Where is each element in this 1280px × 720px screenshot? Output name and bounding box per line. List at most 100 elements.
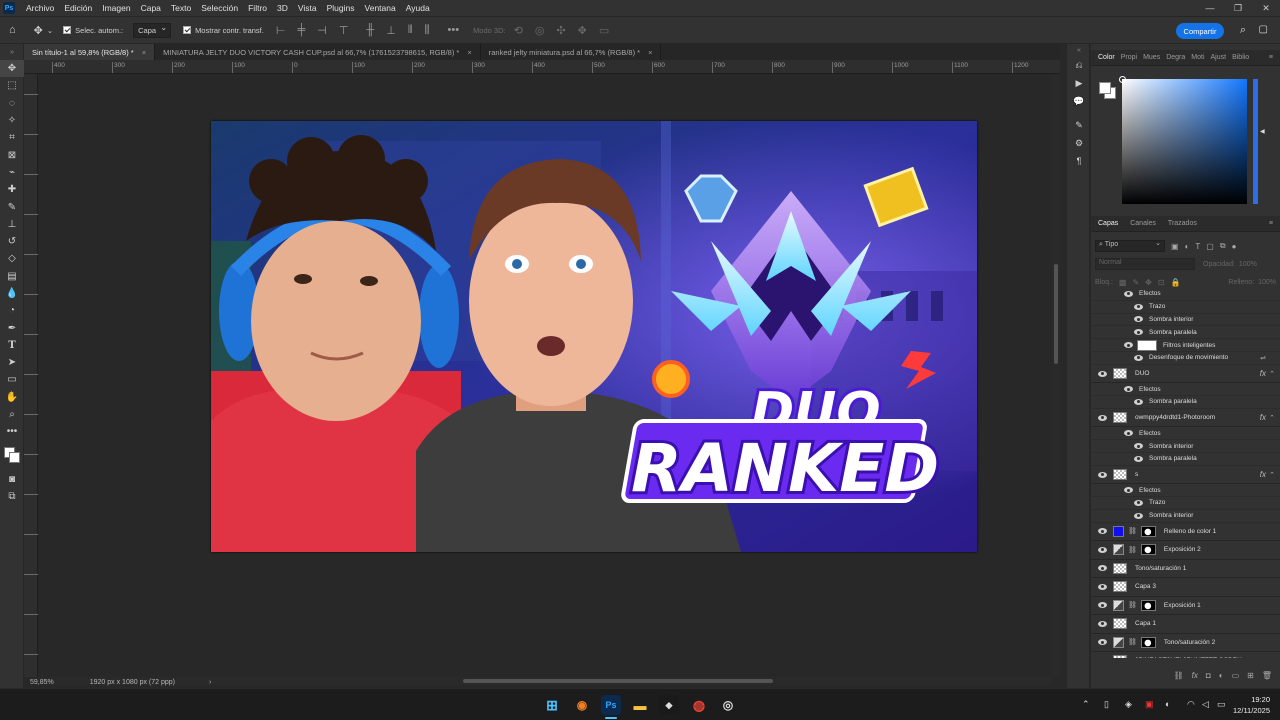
tab-channels[interactable]: Canales: [1127, 220, 1159, 227]
layer-name[interactable]: Relleno de color 1: [1164, 528, 1216, 535]
smart-filter-row[interactable]: Filtros inteligentes: [1091, 339, 1280, 352]
brush-settings-icon[interactable]: ✎: [1067, 116, 1091, 134]
visibility-eye-icon[interactable]: [1124, 342, 1133, 349]
layer-row[interactable]: ⛓ Exposición 2: [1091, 541, 1280, 560]
layer-effect-row[interactable]: Sombra interior: [1091, 440, 1280, 453]
layer-name[interactable]: Capa 1: [1135, 620, 1156, 627]
tool-preset-chevron-icon[interactable]: ⌄: [47, 26, 53, 35]
show-transform-checkbox[interactable]: Mostrar contr. transf.: [183, 26, 264, 35]
share-button[interactable]: Compartir: [1176, 23, 1224, 39]
tab-patterns[interactable]: Moti: [1188, 54, 1207, 61]
layer-name[interactable]: s: [1135, 471, 1138, 478]
layer-row[interactable]: s fx ⌃: [1091, 466, 1280, 485]
menu-seleccion[interactable]: Selección: [196, 3, 243, 13]
align-left-icon[interactable]: ⊢: [276, 24, 286, 37]
hand-tool-icon[interactable]: ✋: [0, 389, 24, 406]
zoom-tool-icon[interactable]: ⌕: [0, 406, 24, 423]
comments-panel-icon[interactable]: 💬: [1067, 92, 1091, 110]
collapse-tools-icon[interactable]: »: [0, 44, 24, 60]
vertical-scrollbar[interactable]: [1052, 74, 1060, 677]
layer-fx-icon[interactable]: fx: [1260, 470, 1266, 479]
battery-icon[interactable]: ▭: [1217, 699, 1226, 710]
frame-tool-icon[interactable]: ⊠: [0, 146, 24, 163]
adjustment-layer-icon[interactable]: [1113, 636, 1124, 648]
add-mask-icon[interactable]: ◘: [1206, 671, 1211, 680]
visibility-eye-icon[interactable]: [1134, 499, 1143, 506]
visibility-eye-icon[interactable]: [1134, 455, 1143, 462]
visibility-eye-icon[interactable]: [1098, 602, 1107, 609]
fill-value[interactable]: 100%: [1258, 279, 1276, 286]
adjustment-layer-icon[interactable]: [1113, 544, 1124, 556]
screen-mode-icon[interactable]: ⧉: [0, 488, 24, 505]
filter-smart-object-icon[interactable]: ⧉: [1220, 241, 1226, 251]
layer-effect-row[interactable]: Sombra paralela: [1091, 453, 1280, 466]
menu-filtro[interactable]: Filtro: [243, 3, 272, 13]
new-adjustment-icon[interactable]: ◐: [1219, 671, 1224, 680]
foreground-color-swatch[interactable]: [1099, 82, 1111, 94]
layer-row[interactable]: Capa 3: [1091, 578, 1280, 597]
layer-row[interactable]: ⛓ Tono/saturación 2: [1091, 634, 1280, 653]
path-selection-tool-icon[interactable]: ➤: [0, 354, 24, 371]
layer-effect-row[interactable]: Trazo: [1091, 497, 1280, 510]
new-group-icon[interactable]: ▭: [1232, 671, 1240, 680]
visibility-eye-icon[interactable]: [1134, 329, 1143, 336]
visibility-eye-icon[interactable]: [1134, 354, 1143, 361]
new-layer-icon[interactable]: ⊞: [1247, 671, 1254, 680]
layer-name[interactable]: Capa 3: [1135, 583, 1156, 590]
collapse-effects-icon[interactable]: ⌃: [1269, 370, 1275, 378]
mask-link-icon[interactable]: ⛓: [1128, 601, 1137, 609]
close-tab-icon[interactable]: ×: [142, 48, 146, 57]
visibility-eye-icon[interactable]: [1098, 471, 1107, 478]
menu-plugins[interactable]: Plugins: [322, 3, 360, 13]
more-options-icon[interactable]: •••: [448, 24, 460, 36]
lock-all-icon[interactable]: 🔒: [1171, 278, 1181, 287]
filter-type-icon[interactable]: T: [1195, 242, 1200, 251]
visibility-eye-icon[interactable]: [1098, 620, 1107, 627]
layer-thumbnail[interactable]: [1113, 368, 1127, 380]
menu-texto[interactable]: Texto: [166, 3, 196, 13]
layer-thumbnail[interactable]: [1113, 655, 1127, 658]
tab-document-1[interactable]: Sin título-1 al 59,8% (RGB/8) * ×: [24, 44, 156, 60]
brush-tool-icon[interactable]: ✎: [0, 198, 24, 215]
blur-tool-icon[interactable]: 💧: [0, 285, 24, 302]
close-icon[interactable]: ✕: [1252, 0, 1280, 16]
layer-thumbnail[interactable]: [1113, 618, 1127, 630]
visibility-eye-icon[interactable]: [1098, 639, 1107, 646]
layer-mask-thumbnail[interactable]: [1140, 525, 1156, 537]
close-tab-icon[interactable]: ×: [648, 48, 652, 57]
layer-name[interactable]: 2BINZAGT9NEL3PUMT7ET GSDRY: [1135, 657, 1242, 658]
marquee-tool-icon[interactable]: ⬚: [0, 77, 24, 94]
volume-icon[interactable]: ◁: [1202, 699, 1209, 710]
quick-mask-icon[interactable]: ◙: [0, 471, 24, 488]
home-icon[interactable]: ⌂: [9, 24, 16, 36]
layer-fx-icon[interactable]: fx: [1260, 369, 1266, 378]
visibility-eye-icon[interactable]: [1098, 370, 1107, 377]
search-icon[interactable]: ⌕: [1240, 24, 1246, 37]
layer-effect-row[interactable]: Efectos: [1091, 383, 1280, 397]
blend-mode-select[interactable]: Normal: [1095, 258, 1195, 270]
lock-artboard-icon[interactable]: ⊡: [1158, 278, 1165, 287]
color-picker-field[interactable]: [1119, 76, 1247, 204]
panel-menu-icon[interactable]: ≡: [1266, 220, 1276, 227]
hue-slider-marker-icon[interactable]: ◀: [1260, 128, 1265, 135]
close-tab-icon[interactable]: ×: [467, 48, 471, 57]
smart-filter-mask-thumbnail[interactable]: [1137, 339, 1157, 351]
layer-row[interactable]: DUO fx ⌃: [1091, 365, 1280, 384]
layer-effect-row[interactable]: Desenfoque de movimiento ⇌: [1091, 352, 1280, 365]
menu-imagen[interactable]: Imagen: [97, 3, 135, 13]
tray-usb-icon[interactable]: ▯: [1104, 699, 1109, 710]
visibility-eye-icon[interactable]: [1134, 398, 1143, 405]
layer-effect-row[interactable]: Sombra interior: [1091, 510, 1280, 523]
move-tool-icon[interactable]: ✥: [0, 60, 24, 78]
eyedropper-tool-icon[interactable]: ⌁: [0, 164, 24, 181]
healing-brush-tool-icon[interactable]: ✚: [0, 181, 24, 198]
layer-name[interactable]: Exposición 1: [1164, 602, 1201, 609]
tab-paths[interactable]: Trazados: [1165, 220, 1200, 227]
color-swatches[interactable]: [0, 441, 24, 471]
layer-name[interactable]: DUO: [1135, 370, 1149, 377]
rectangle-tool-icon[interactable]: ▭: [0, 371, 24, 388]
align-bottom-icon[interactable]: ⊥: [386, 24, 396, 37]
collapse-effects-icon[interactable]: ⌃: [1269, 414, 1275, 422]
layer-name[interactable]: Tono/saturación 1: [1135, 565, 1186, 572]
tray-discord-icon[interactable]: ◐: [1165, 699, 1170, 709]
